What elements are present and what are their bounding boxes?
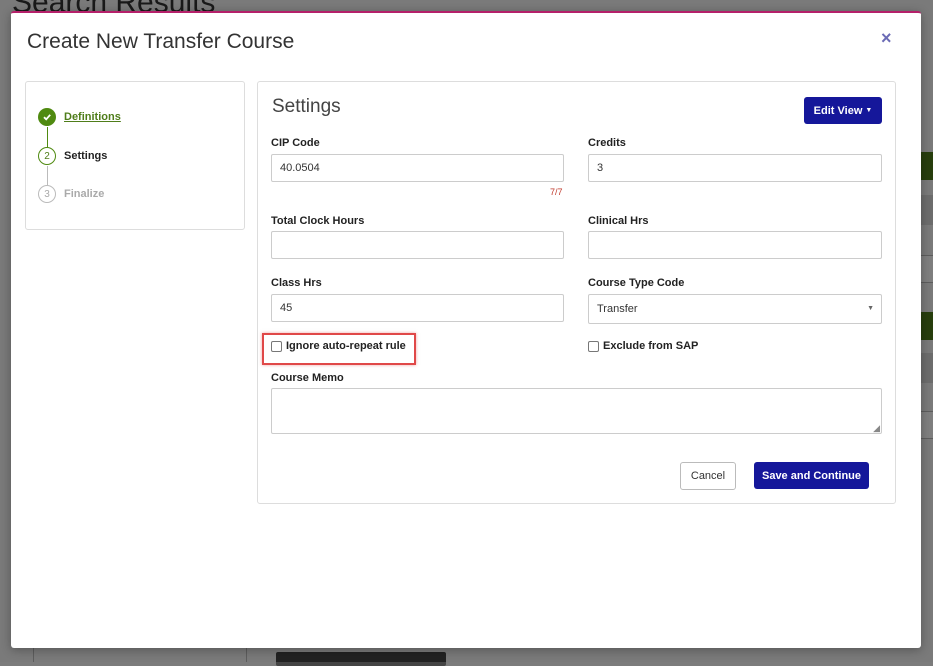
clinical-hrs-input[interactable]: [588, 231, 882, 259]
step-number: 2: [38, 147, 56, 165]
edit-view-button[interactable]: Edit View ▼: [804, 97, 882, 124]
step-settings: 2 Settings: [38, 147, 107, 165]
credits-label: Credits: [588, 137, 626, 149]
close-icon[interactable]: ×: [881, 28, 892, 48]
course-memo-label: Course Memo: [271, 372, 344, 384]
modal-title: Create New Transfer Course: [27, 30, 295, 53]
step-definitions[interactable]: Definitions: [38, 108, 121, 126]
class-hrs-label: Class Hrs: [271, 277, 322, 289]
class-hrs-input[interactable]: 45: [271, 294, 564, 322]
step-number: 3: [38, 185, 56, 203]
wizard-steps: Definitions 2 Settings 3 Finalize: [25, 81, 245, 230]
checkbox-box[interactable]: [588, 340, 599, 352]
cip-code-input[interactable]: 40.0504: [271, 154, 564, 182]
cancel-button[interactable]: Cancel: [680, 462, 736, 490]
chevron-down-icon: ▼: [867, 305, 874, 312]
step-connector: [47, 127, 48, 149]
step-label: Settings: [64, 150, 108, 162]
exclude-from-sap-checkbox[interactable]: Exclude from SAP: [588, 340, 698, 352]
step-label: Definitions: [64, 111, 121, 123]
edit-view-label: Edit View: [813, 104, 863, 117]
cip-code-counter: 7/7: [550, 187, 563, 197]
resize-handle-icon[interactable]: ◢: [873, 424, 880, 433]
cip-code-label: CIP Code: [271, 137, 320, 149]
ignore-auto-repeat-checkbox[interactable]: Ignore auto-repeat rule: [271, 340, 406, 352]
course-type-code-select[interactable]: Transfer ▼: [588, 294, 882, 324]
credits-input[interactable]: 3: [588, 154, 882, 182]
total-clock-hours-label: Total Clock Hours: [271, 215, 365, 227]
caret-down-icon: ▼: [865, 107, 873, 114]
course-memo-textarea[interactable]: ◢: [271, 388, 882, 434]
clinical-hrs-label: Clinical Hrs: [588, 215, 649, 227]
save-and-continue-button[interactable]: Save and Continue: [754, 462, 869, 489]
course-type-code-value: Transfer: [597, 303, 638, 315]
step-finalize: 3 Finalize: [38, 185, 104, 203]
create-transfer-course-modal: Create New Transfer Course × Definitions…: [11, 11, 921, 648]
step-label: Finalize: [64, 188, 105, 200]
checkbox-box[interactable]: [271, 340, 282, 352]
course-type-code-label: Course Type Code: [588, 277, 685, 289]
step-connector: [47, 166, 48, 186]
panel-title: Settings: [272, 96, 341, 117]
settings-panel: Settings Edit View ▼ CIP Code 40.0504 7/…: [257, 81, 896, 504]
total-clock-hours-input[interactable]: [271, 231, 564, 259]
check-icon: [38, 108, 56, 126]
ignore-auto-repeat-label: Ignore auto-repeat rule: [286, 340, 406, 352]
exclude-from-sap-label: Exclude from SAP: [603, 340, 699, 352]
